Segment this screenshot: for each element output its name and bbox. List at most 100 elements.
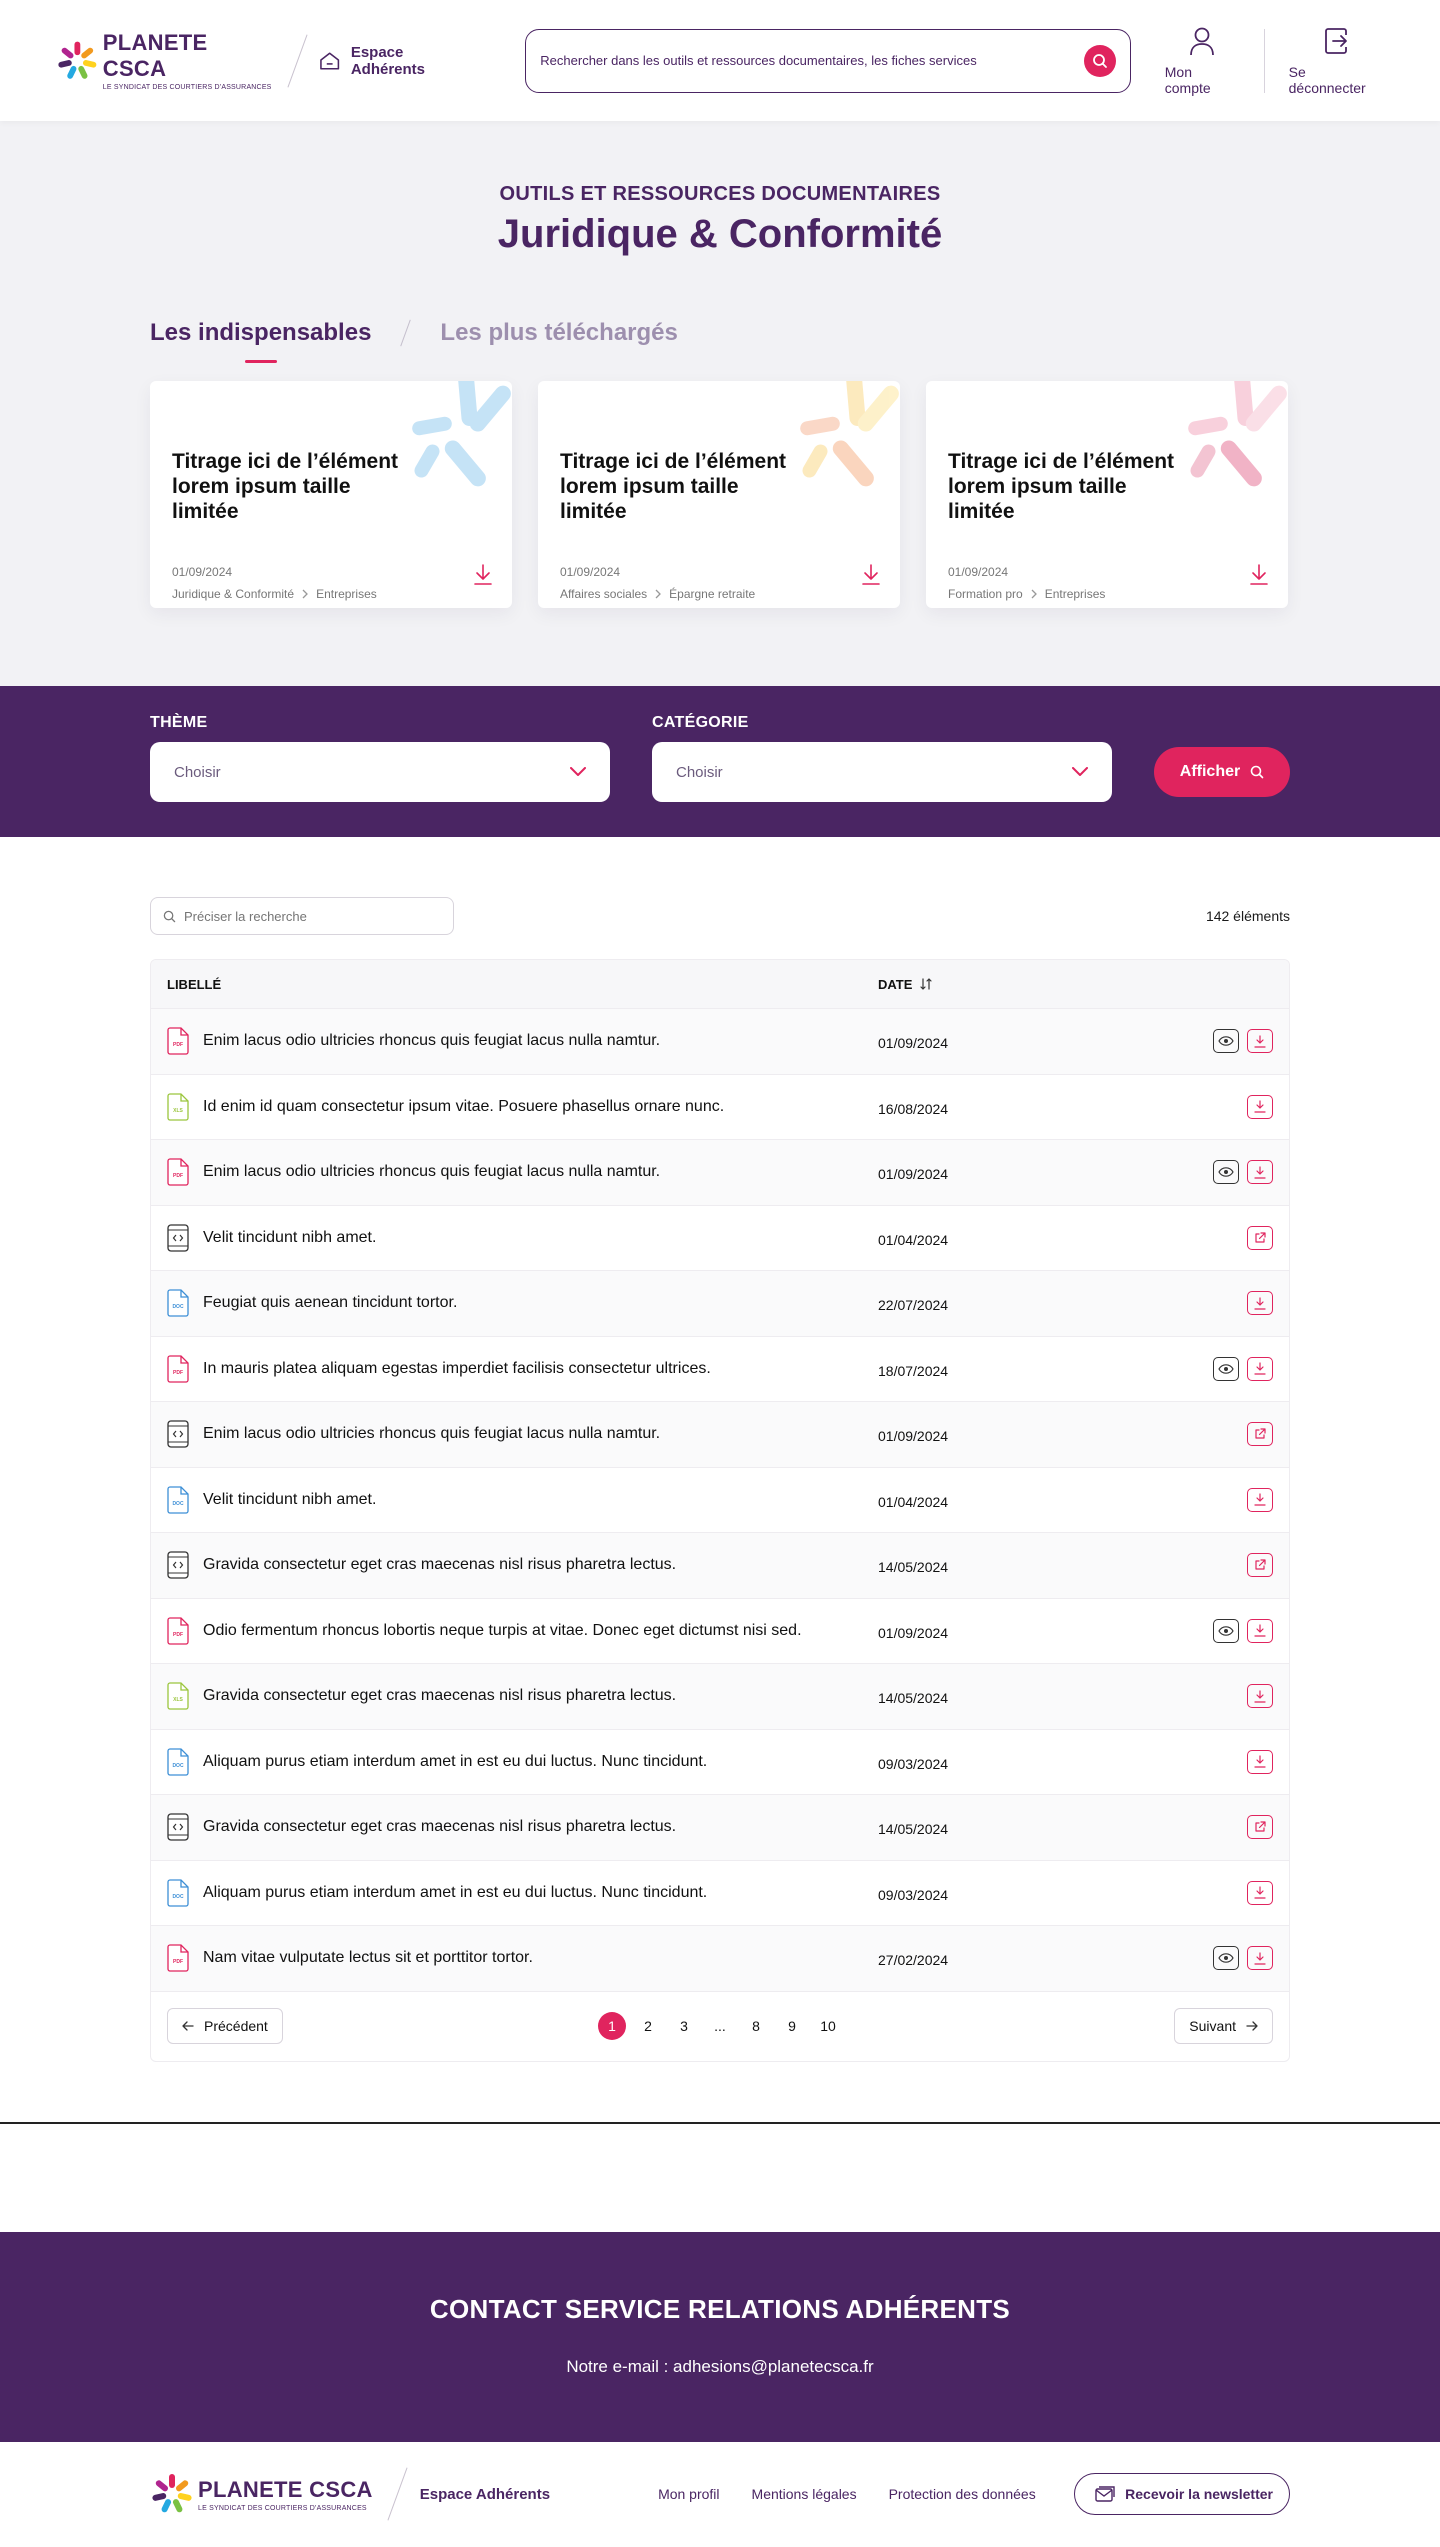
page-number-9[interactable]: 9	[778, 2012, 806, 2040]
newsletter-button[interactable]: Recevoir la newsletter	[1074, 2473, 1290, 2515]
next-page-button[interactable]: Suivant	[1174, 2008, 1273, 2044]
download-icon[interactable]	[474, 564, 492, 586]
document-title[interactable]: In mauris platea aliquam egestas imperdi…	[203, 1360, 878, 1378]
table-row[interactable]: PDF Enim lacus odio ultricies rhoncus qui…	[151, 1139, 1289, 1205]
documents-table: LIBELLÉ DATE PDF Enim lacus odio ultricie…	[150, 959, 1290, 2062]
refine-search-input[interactable]	[184, 908, 434, 924]
afficher-button[interactable]: Afficher	[1154, 747, 1290, 797]
preview-button[interactable]	[1213, 1029, 1239, 1054]
tab-plus-telecharges[interactable]: Les plus téléchargés	[440, 319, 677, 363]
table-row[interactable]: XLS Id enim id quam consectetur ipsum vit…	[151, 1073, 1289, 1140]
featured-card[interactable]: Titrage ici de l’élément lorem ipsum tai…	[150, 381, 512, 608]
footer-espace-label[interactable]: Espace Adhérents	[420, 2486, 550, 2503]
download-button[interactable]	[1247, 1749, 1273, 1774]
document-title[interactable]: Enim lacus odio ultricies rhoncus quis f…	[203, 1425, 878, 1443]
table-row[interactable]: Velit tincidunt nibh amet. 01/04/2024	[151, 1204, 1289, 1271]
download-button[interactable]	[1247, 1618, 1273, 1643]
download-button[interactable]	[1247, 1094, 1273, 1119]
document-title[interactable]: Id enim id quam consectetur ipsum vitae.…	[203, 1098, 878, 1116]
document-title[interactable]: Nam vitae vulputate lectus sit et portti…	[203, 1949, 878, 1967]
featured-card[interactable]: Titrage ici de l’élément lorem ipsum tai…	[538, 381, 900, 608]
doc-file-icon: DOC	[167, 1289, 189, 1317]
row-actions	[998, 1880, 1273, 1905]
preview-button[interactable]	[1213, 1946, 1239, 1971]
table-row[interactable]: PDF In mauris platea aliquam egestas impe…	[151, 1335, 1289, 1402]
document-title[interactable]: Velit tincidunt nibh amet.	[203, 1229, 878, 1247]
row-actions	[998, 1684, 1273, 1709]
logo[interactable]: PLANETE CSCA LE SYNDICAT DES COURTIERS D…	[56, 30, 273, 91]
download-button[interactable]	[1247, 1946, 1273, 1971]
page-number-1[interactable]: 1	[598, 2012, 626, 2040]
preview-button[interactable]	[1213, 1160, 1239, 1185]
download-icon[interactable]	[1250, 564, 1268, 586]
table-row[interactable]: Gravida consectetur eget cras maecenas n…	[151, 1794, 1289, 1860]
document-title[interactable]: Enim lacus odio ultricies rhoncus quis f…	[203, 1163, 878, 1181]
table-row[interactable]: DOC Velit tincidunt nibh amet. 01/04/2024	[151, 1466, 1289, 1533]
document-title[interactable]: Feugiat quis aenean tincidunt tortor.	[203, 1294, 878, 1312]
page-number-8[interactable]: 8	[742, 2012, 770, 2040]
table-row[interactable]: DOC Feugiat quis aenean tincidunt tortor.…	[151, 1270, 1289, 1336]
previous-page-label: Précédent	[204, 2018, 268, 2034]
tab-indispensables[interactable]: Les indispensables	[150, 319, 371, 363]
table-row[interactable]: PDF Nam vitae vulputate lectus sit et por…	[151, 1925, 1289, 1991]
download-icon[interactable]	[862, 564, 880, 586]
open-external-button[interactable]	[1247, 1225, 1273, 1250]
open-external-button[interactable]	[1247, 1553, 1273, 1578]
footer-logo[interactable]: PLANETE CSCA LE SYNDICAT DES COURTIERS D…	[150, 2472, 373, 2516]
table-row[interactable]: Gravida consectetur eget cras maecenas n…	[151, 1532, 1289, 1598]
download-icon	[1254, 1100, 1266, 1113]
results-count: 142 éléments	[1205, 908, 1290, 924]
page-number-10[interactable]: 10	[814, 2012, 842, 2040]
download-button[interactable]	[1247, 1160, 1273, 1185]
logout-label: Se déconnecter	[1288, 63, 1366, 96]
document-title[interactable]: Aliquam purus etiam interdum amet in est…	[203, 1884, 878, 1902]
file-type-label: DOC	[172, 1894, 184, 1900]
footer-link-profil[interactable]: Mon profil	[658, 2486, 719, 2502]
featured-cards: Titrage ici de l’élément lorem ipsum tai…	[150, 381, 1440, 608]
table-row[interactable]: PDF Odio fermentum rhoncus lobortis neque…	[151, 1597, 1289, 1664]
row-actions	[998, 1160, 1273, 1185]
footer-link-protection[interactable]: Protection des données	[889, 2486, 1036, 2502]
document-title[interactable]: Odio fermentum rhoncus lobortis neque tu…	[203, 1622, 878, 1640]
download-button[interactable]	[1247, 1880, 1273, 1905]
file-type-label: DOC	[172, 1501, 184, 1507]
theme-select[interactable]: Choisir	[150, 742, 610, 802]
column-header-date[interactable]: DATE	[878, 976, 933, 992]
open-external-button[interactable]	[1247, 1815, 1273, 1840]
espace-adherents-link[interactable]: Espace Adhérents	[319, 44, 477, 78]
download-button[interactable]	[1247, 1487, 1273, 1512]
contact-email[interactable]: Notre e-mail : adhesions@planetecsca.fr	[566, 2357, 873, 2377]
column-header-date-label: DATE	[878, 976, 913, 992]
download-button[interactable]	[1247, 1356, 1273, 1381]
previous-page-button[interactable]: Précédent	[167, 2008, 283, 2044]
chevron-down-icon	[570, 767, 586, 776]
logout-button[interactable]: Se déconnecter	[1289, 26, 1384, 96]
page-number-2[interactable]: 2	[634, 2012, 662, 2040]
global-search-button[interactable]	[1083, 44, 1116, 77]
category-select[interactable]: Choisir	[652, 742, 1112, 802]
preview-button[interactable]	[1213, 1356, 1239, 1381]
preview-button[interactable]	[1213, 1618, 1239, 1643]
document-title[interactable]: Gravida consectetur eget cras maecenas n…	[203, 1818, 878, 1836]
global-search-input[interactable]	[540, 53, 1084, 68]
card-date: 01/09/2024	[172, 564, 233, 579]
download-button[interactable]	[1247, 1029, 1273, 1054]
table-row[interactable]: Enim lacus odio ultricies rhoncus quis f…	[151, 1401, 1289, 1467]
table-row[interactable]: PDF Enim lacus odio ultricies rhoncus qui…	[151, 1008, 1289, 1074]
document-title[interactable]: Gravida consectetur eget cras maecenas n…	[203, 1556, 878, 1574]
footer-link-mentions[interactable]: Mentions légales	[752, 2486, 857, 2502]
page-number-3[interactable]: 3	[670, 2012, 698, 2040]
download-button[interactable]	[1247, 1291, 1273, 1316]
download-button[interactable]	[1247, 1684, 1273, 1709]
account-button[interactable]: Mon compte	[1165, 26, 1240, 96]
table-row[interactable]: XLS Gravida consectetur eget cras maecena…	[151, 1663, 1289, 1729]
document-title[interactable]: Velit tincidunt nibh amet.	[203, 1491, 878, 1509]
document-title[interactable]: Gravida consectetur eget cras maecenas n…	[203, 1687, 878, 1705]
xls-file-icon: XLS	[167, 1093, 189, 1121]
open-external-button[interactable]	[1247, 1422, 1273, 1447]
table-row[interactable]: DOC Aliquam purus etiam interdum amet in …	[151, 1859, 1289, 1926]
table-row[interactable]: DOC Aliquam purus etiam interdum amet in …	[151, 1728, 1289, 1795]
document-title[interactable]: Aliquam purus etiam interdum amet in est…	[203, 1753, 878, 1771]
featured-card[interactable]: Titrage ici de l’élément lorem ipsum tai…	[926, 381, 1288, 608]
document-title[interactable]: Enim lacus odio ultricies rhoncus quis f…	[203, 1032, 878, 1050]
